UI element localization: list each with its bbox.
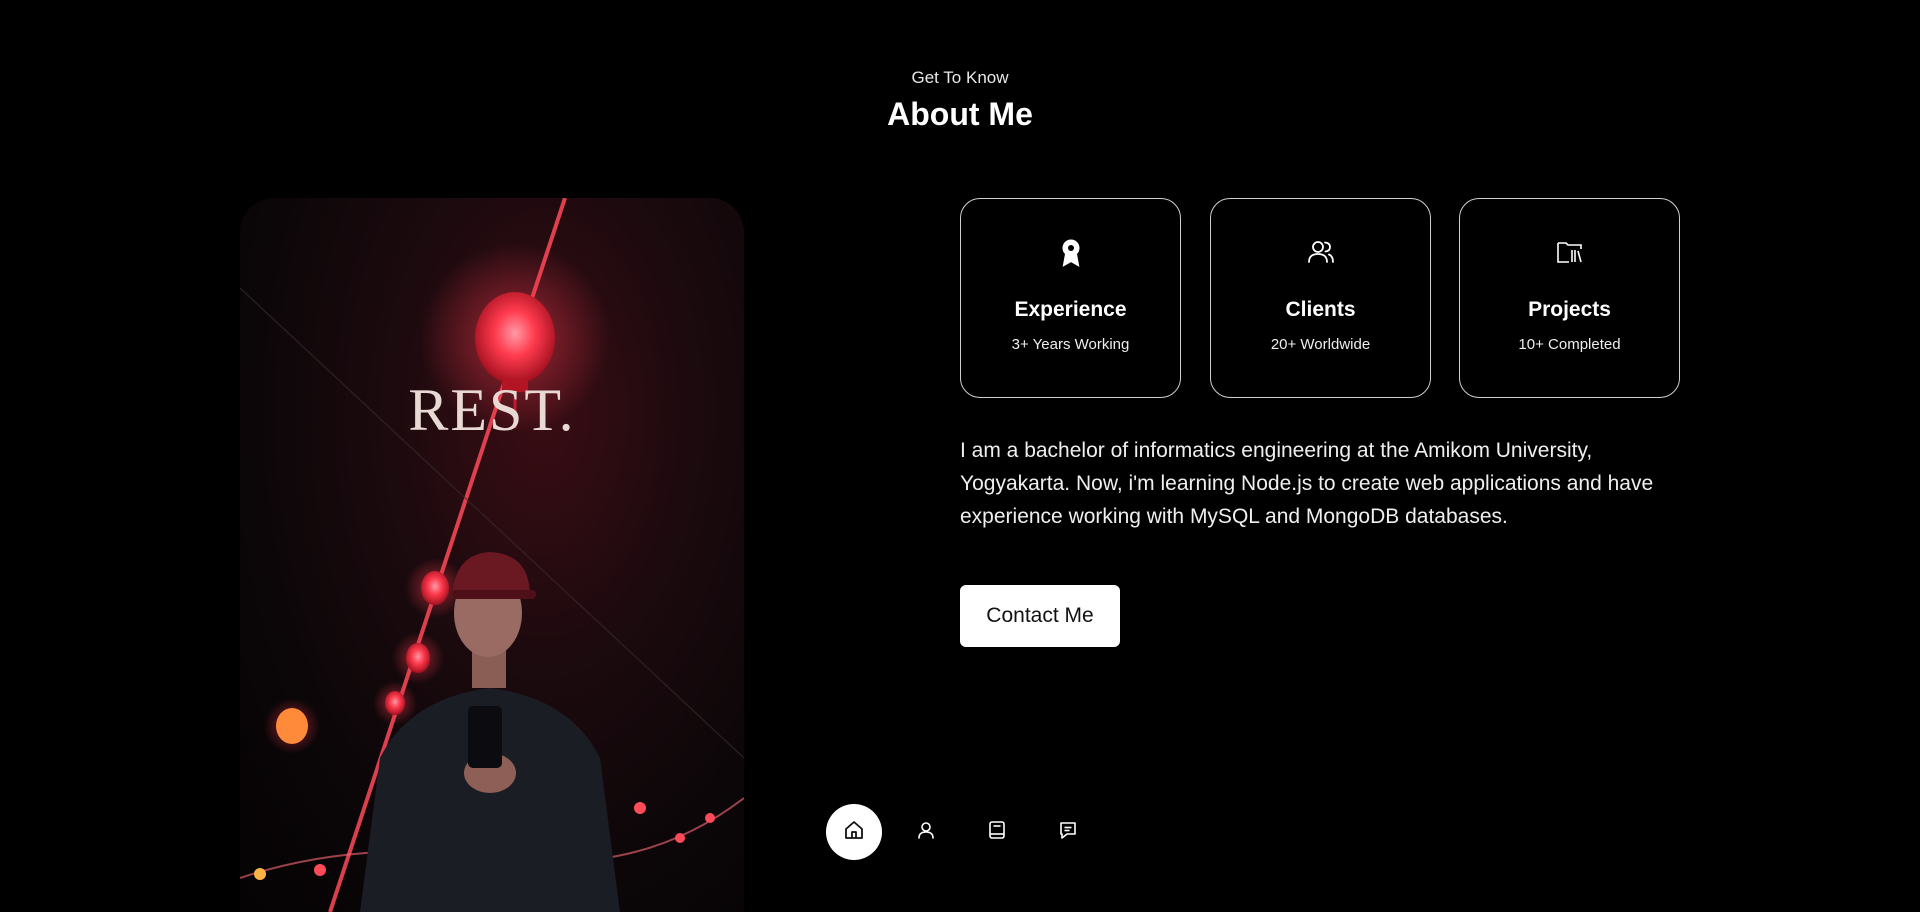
card-subtitle: 3+ Years Working xyxy=(1011,336,1130,353)
folder-library-icon xyxy=(1555,237,1585,267)
bottom-nav xyxy=(826,804,1086,860)
nav-contact[interactable] xyxy=(1040,804,1096,860)
book-icon xyxy=(986,819,1008,846)
profile-photo: REST. xyxy=(240,198,744,912)
user-icon xyxy=(915,819,937,846)
card-experience: Experience 3+ Years Working xyxy=(960,198,1181,398)
photo-illustration xyxy=(240,198,744,912)
home-icon xyxy=(843,819,865,846)
card-title: Projects xyxy=(1528,298,1611,321)
section-eyebrow: Get To Know xyxy=(911,68,1009,87)
award-icon xyxy=(1056,237,1086,267)
section-title: About Me xyxy=(887,96,1033,132)
nav-experience[interactable] xyxy=(969,804,1025,860)
message-icon xyxy=(1057,819,1079,846)
card-subtitle: 10+ Completed xyxy=(1518,336,1621,353)
card-title: Experience xyxy=(1014,298,1127,321)
card-title: Clients xyxy=(1285,298,1356,321)
card-clients: Clients 20+ Worldwide xyxy=(1210,198,1431,398)
card-projects: Projects 10+ Completed xyxy=(1459,198,1680,398)
nav-about[interactable] xyxy=(898,804,954,860)
contact-me-button[interactable]: Contact Me xyxy=(960,585,1120,647)
stats-cards: Experience 3+ Years Working Clients 20+ … xyxy=(960,198,1680,398)
users-icon xyxy=(1306,237,1336,267)
about-description: I am a bachelor of informatics engineeri… xyxy=(960,439,1654,528)
nav-home[interactable] xyxy=(826,804,882,860)
photo-overlay-text: REST. xyxy=(408,377,576,443)
card-subtitle: 20+ Worldwide xyxy=(1270,336,1371,353)
